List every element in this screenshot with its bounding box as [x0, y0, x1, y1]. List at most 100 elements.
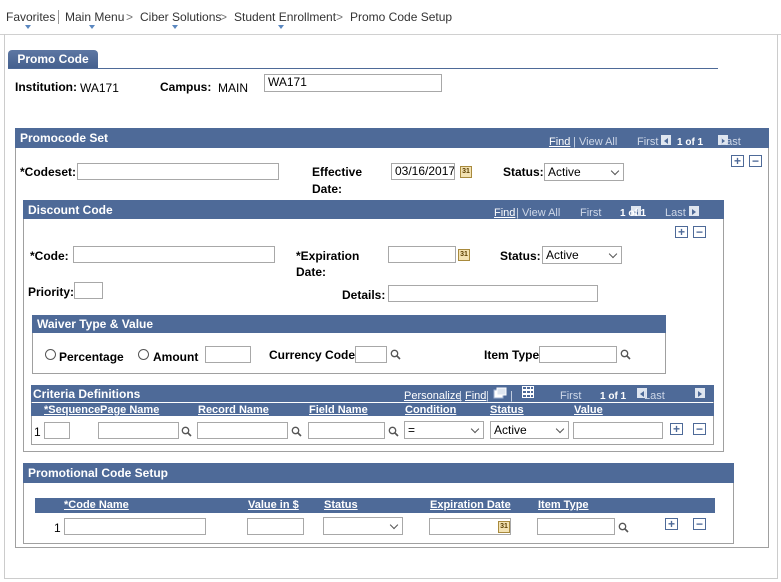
condition-select[interactable]: =: [404, 421, 484, 439]
search-icon[interactable]: [390, 349, 401, 360]
delete-promocode-set-button[interactable]: −: [749, 155, 762, 167]
code-name-input[interactable]: [64, 518, 206, 535]
promo-column-header-row: [35, 498, 715, 513]
discount-code-header: [23, 200, 724, 219]
discount-view-all[interactable]: View All: [522, 207, 560, 219]
promocode-status-select[interactable]: Active: [544, 163, 624, 181]
status-select-value: Active: [494, 423, 527, 437]
favorites-dropdown-icon[interactable]: [25, 25, 31, 29]
breadcrumb-ciber-solutions[interactable]: Ciber Solutions: [140, 10, 221, 24]
campus-input[interactable]: WA171: [264, 74, 442, 92]
breadcrumb-student-enrollment[interactable]: Student Enrollment: [234, 10, 336, 24]
promocode-find-link[interactable]: Find: [549, 136, 570, 148]
col-page-name[interactable]: Page Name: [100, 404, 159, 417]
next-arrow-icon[interactable]: [694, 388, 705, 398]
percentage-radio[interactable]: [45, 349, 56, 360]
campus-label: Campus:: [160, 80, 212, 94]
col-record-name[interactable]: Record Name: [198, 404, 269, 417]
col-code-name[interactable]: *Code Name: [64, 499, 129, 512]
criteria-find-link[interactable]: Find: [465, 390, 486, 402]
delete-promo-row-button[interactable]: −: [693, 518, 706, 530]
promocode-status-label: Status:: [503, 165, 544, 179]
breadcrumb-main-menu[interactable]: Main Menu: [65, 10, 124, 24]
priority-input[interactable]: [74, 282, 103, 299]
col-value[interactable]: Value: [574, 404, 603, 417]
promo-status-select[interactable]: [323, 517, 403, 535]
amount-input[interactable]: [205, 346, 251, 363]
ciber-dropdown-icon[interactable]: [172, 25, 178, 29]
page-name-input[interactable]: [98, 422, 179, 439]
campus-value: MAIN: [218, 81, 248, 95]
calendar-icon[interactable]: 31: [498, 521, 510, 533]
record-name-input[interactable]: [197, 422, 288, 439]
item-type-input[interactable]: [539, 346, 617, 363]
currency-code-input[interactable]: [355, 346, 387, 363]
currency-code-label: Currency Code: [269, 348, 356, 362]
tab-promo-code[interactable]: Promo Code: [8, 50, 98, 69]
expiration-date-input[interactable]: [388, 246, 456, 263]
col-promo-status[interactable]: Status: [324, 499, 358, 512]
institution-value: WA171: [80, 81, 119, 95]
find-link-text[interactable]: Find: [494, 207, 515, 219]
col-condition[interactable]: Condition: [405, 404, 456, 417]
chevron-down-icon: [608, 249, 618, 259]
prev-arrow-icon[interactable]: [661, 135, 671, 145]
effective-date-label-2: Date:: [312, 182, 343, 196]
col-expiration-date[interactable]: Expiration Date: [430, 499, 511, 512]
priority-label: Priority:: [28, 285, 75, 299]
condition-select-value: =: [408, 423, 416, 437]
discount-count: 1 of 1: [620, 208, 647, 219]
search-icon[interactable]: [388, 426, 399, 437]
breadcrumb-favorites[interactable]: Favorites: [6, 10, 55, 24]
main-menu-dropdown-icon[interactable]: [89, 25, 95, 29]
new-window-icon[interactable]: [493, 387, 507, 399]
promocode-last[interactable]: Last: [720, 136, 741, 148]
search-icon[interactable]: [620, 349, 631, 360]
col-sequence[interactable]: *Sequence: [44, 404, 100, 417]
discount-status-select[interactable]: Active: [542, 246, 622, 264]
code-input[interactable]: [73, 246, 275, 263]
student-enrollment-dropdown-icon[interactable]: [278, 25, 284, 29]
percentage-label: Percentage: [59, 350, 124, 364]
promo-item-type-input[interactable]: [537, 518, 615, 535]
value-in-dollars-input[interactable]: [247, 518, 304, 535]
find-link-text[interactable]: Find: [549, 136, 570, 148]
col-field-name[interactable]: Field Name: [309, 404, 368, 417]
promo-setup-title: Promotional Code Setup: [28, 466, 169, 480]
search-icon[interactable]: [291, 426, 302, 437]
criteria-last[interactable]: Last: [644, 390, 665, 402]
col-status[interactable]: Status: [490, 404, 524, 417]
grid-icon[interactable]: [522, 386, 534, 398]
effective-date-input[interactable]: 03/16/2017: [391, 163, 455, 180]
breadcrumb: Favorites Main Menu > Ciber Solutions > …: [0, 0, 781, 35]
col-value-in-dollars[interactable]: Value in $: [248, 499, 299, 512]
add-promocode-set-button[interactable]: +: [731, 155, 744, 167]
field-name-input[interactable]: [308, 422, 385, 439]
amount-radio[interactable]: [138, 349, 149, 360]
codeset-input[interactable]: [77, 163, 279, 180]
details-input[interactable]: [388, 285, 598, 302]
personalize-link[interactable]: Personalize: [404, 390, 461, 402]
criteria-status-select[interactable]: Active: [490, 421, 569, 439]
discount-first[interactable]: First: [580, 207, 601, 219]
delete-criteria-row-button[interactable]: −: [693, 423, 706, 435]
add-criteria-row-button[interactable]: +: [670, 423, 683, 435]
search-icon[interactable]: [618, 522, 629, 533]
promocode-view-all[interactable]: View All: [579, 136, 617, 148]
calendar-icon[interactable]: 31: [460, 166, 472, 178]
search-icon[interactable]: [181, 426, 192, 437]
add-promo-row-button[interactable]: +: [665, 518, 678, 530]
sequence-input[interactable]: [44, 422, 70, 439]
breadcrumb-separator: >: [126, 10, 134, 24]
discount-last[interactable]: Last: [665, 207, 686, 219]
promocode-first[interactable]: First: [637, 136, 658, 148]
criteria-first[interactable]: First: [560, 390, 581, 402]
value-input[interactable]: [573, 422, 663, 439]
calendar-icon[interactable]: 31: [458, 249, 470, 261]
breadcrumb-separator: >: [220, 10, 228, 24]
col-item-type[interactable]: Item Type: [538, 499, 589, 512]
next-arrow-icon[interactable]: [689, 206, 700, 216]
discount-find-link[interactable]: Find: [494, 207, 515, 219]
add-discount-code-button[interactable]: +: [675, 226, 688, 238]
delete-discount-code-button[interactable]: −: [693, 226, 706, 238]
